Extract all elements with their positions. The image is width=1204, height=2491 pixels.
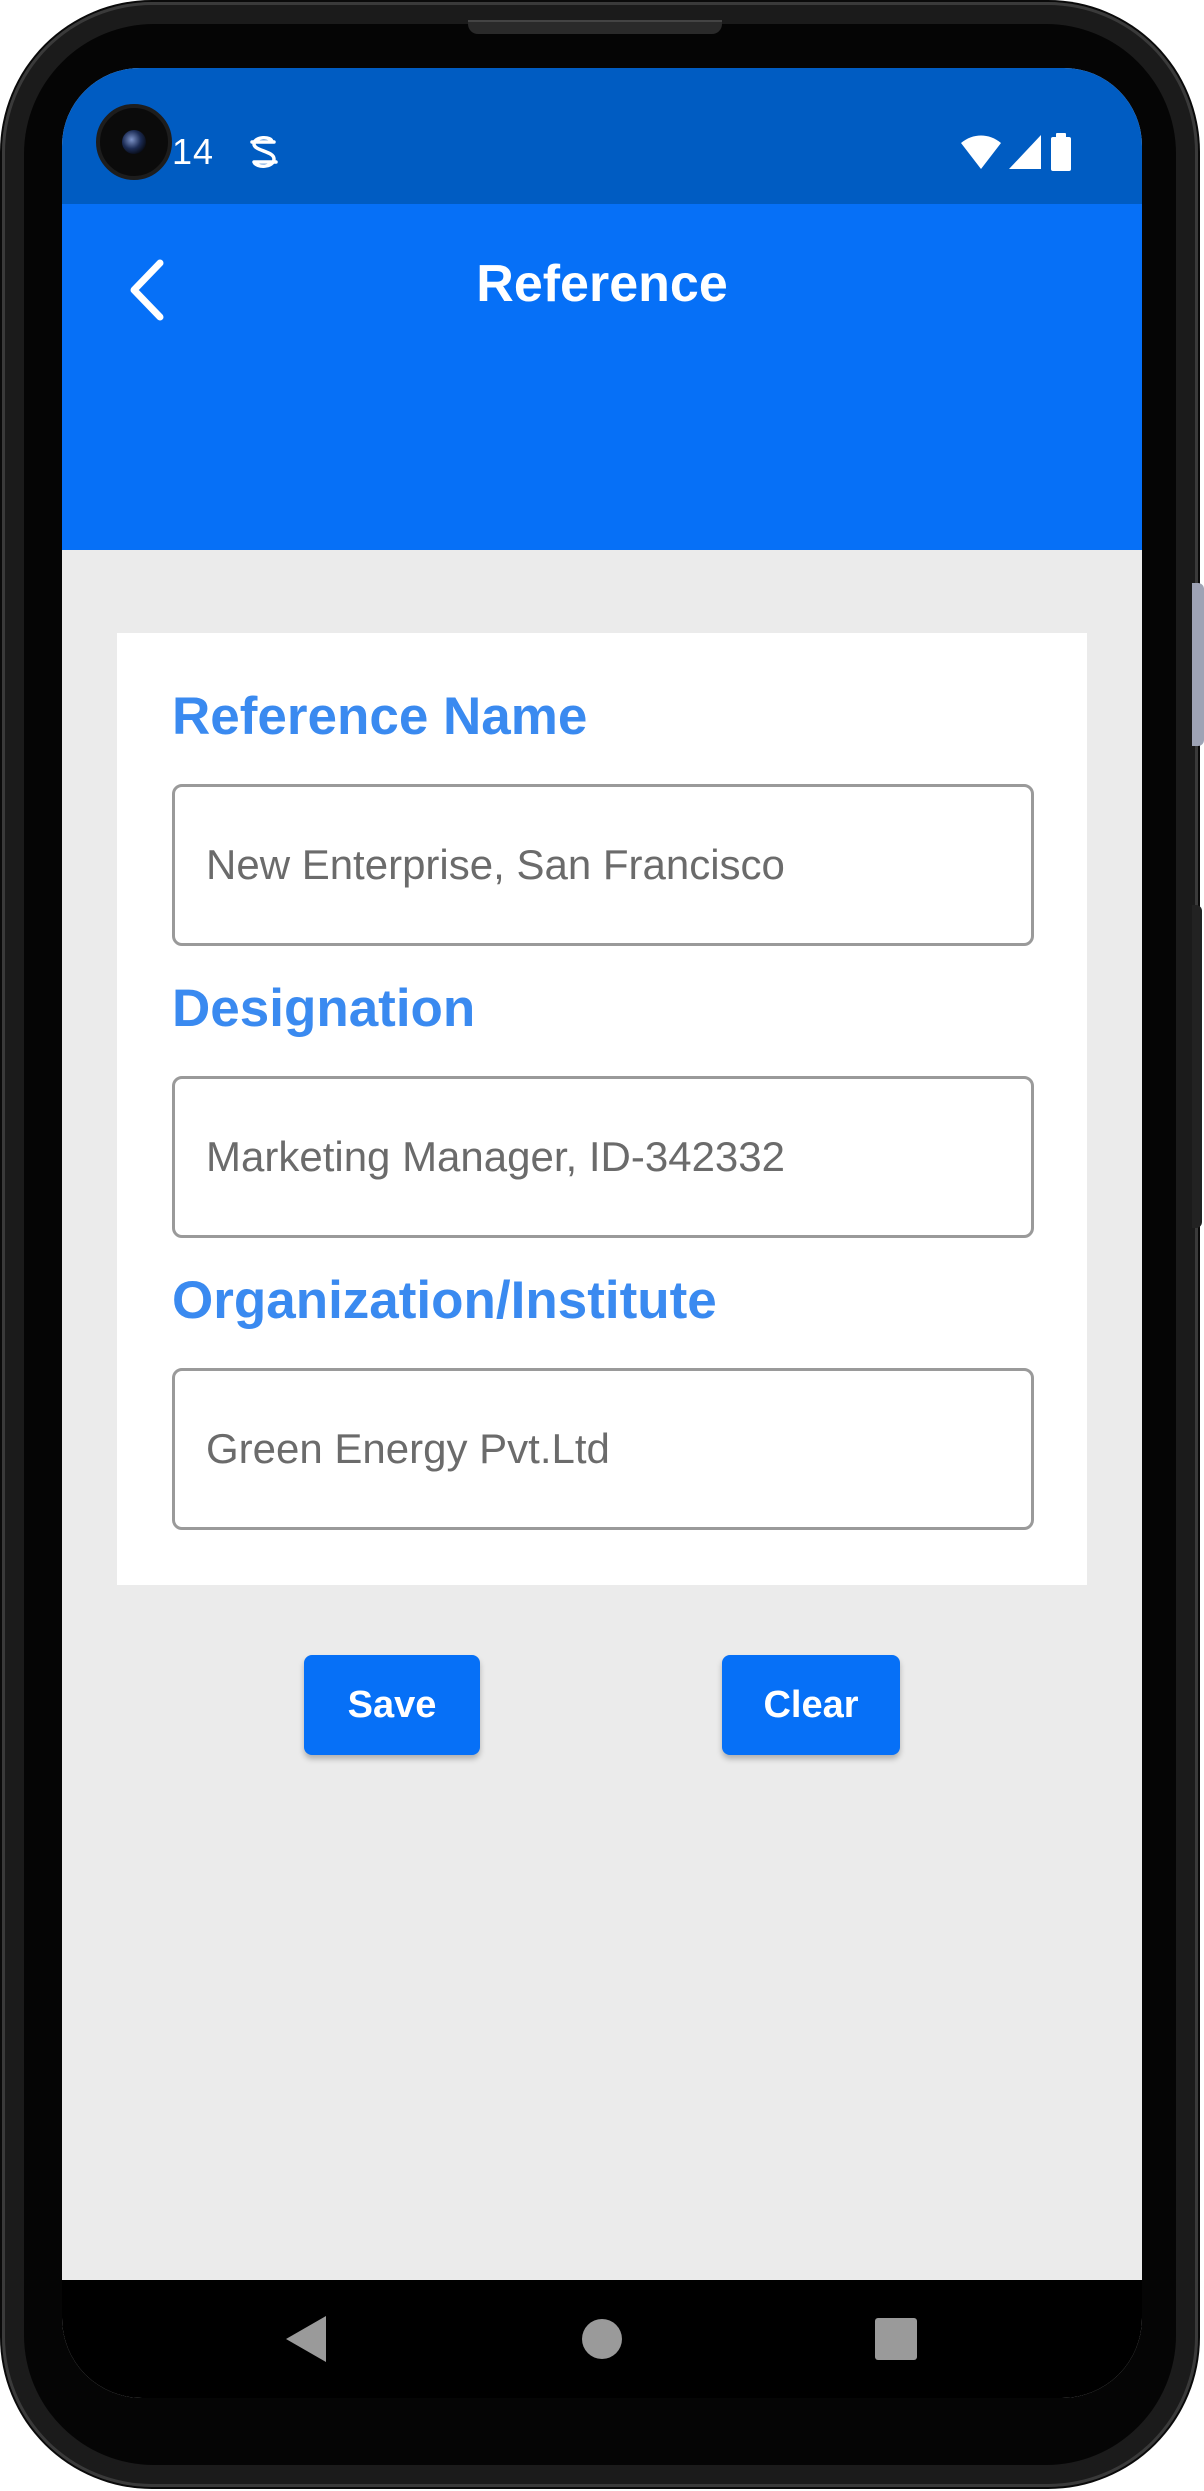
clear-button[interactable]: Clear xyxy=(722,1655,900,1755)
designation-input[interactable] xyxy=(172,1076,1034,1238)
camera-lens xyxy=(122,130,146,154)
save-button[interactable]: Save xyxy=(304,1655,480,1755)
designation-label: Designation xyxy=(172,979,476,1038)
back-triangle-icon xyxy=(286,2316,326,2362)
status-bar: 14 xyxy=(62,68,1142,204)
organization-label: Organization/Institute xyxy=(172,1271,717,1330)
status-time: 14 xyxy=(172,131,215,172)
status-icons xyxy=(960,132,1074,172)
nav-back-button[interactable] xyxy=(246,2280,366,2398)
app-bar: Reference xyxy=(62,204,1142,550)
nav-recents-button[interactable] xyxy=(836,2280,956,2398)
battery-icon xyxy=(1051,133,1071,171)
navigation-bar xyxy=(62,2280,1142,2398)
front-camera xyxy=(96,104,172,180)
reference-name-input[interactable] xyxy=(172,784,1034,946)
nav-home-button[interactable] xyxy=(542,2280,662,2398)
wifi-icon xyxy=(961,135,1001,169)
cell-signal-icon xyxy=(1009,135,1041,169)
organization-input[interactable] xyxy=(172,1368,1034,1530)
device-screen: 14 Reference Reference Name De xyxy=(62,68,1142,2398)
reference-name-label: Reference Name xyxy=(172,687,588,746)
s-notification-icon xyxy=(250,136,278,168)
recents-square-icon xyxy=(875,2318,917,2360)
volume-button xyxy=(1192,905,1202,1228)
earpiece-speaker xyxy=(468,20,722,34)
reference-form-card: Reference Name Designation Organization/… xyxy=(117,633,1087,1585)
page-title: Reference xyxy=(476,255,728,313)
power-button xyxy=(1192,583,1204,746)
home-circle-icon xyxy=(582,2319,622,2359)
